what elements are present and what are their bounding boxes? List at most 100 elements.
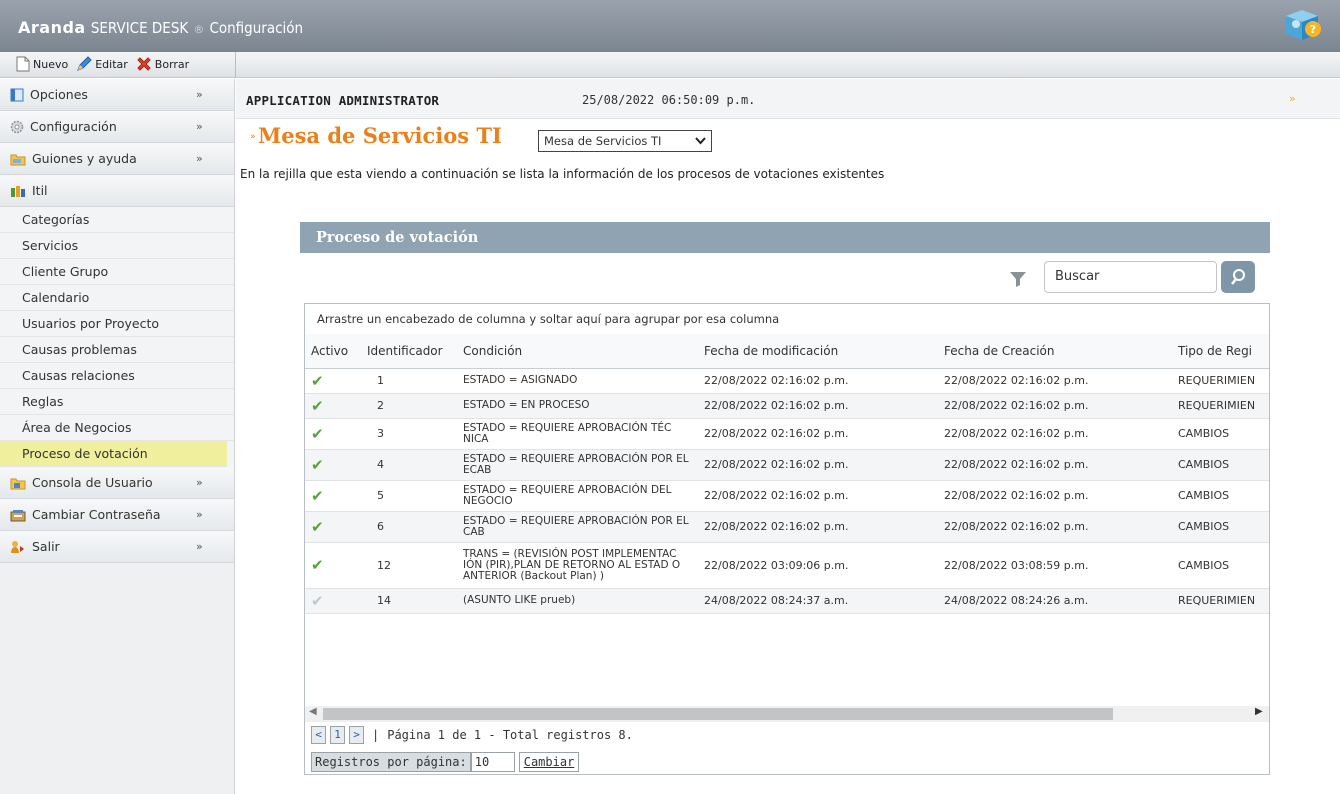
pencil-icon [77,56,92,71]
cell-type: REQUERIMIEN [1172,588,1269,614]
table-row[interactable]: ✔ 14 (ASUNTO LIKE prueb) 24/08/2022 08:24:3… [305,588,1269,614]
project-select[interactable]: Mesa de Servicios TI [538,130,712,152]
column-header-tipo-registro[interactable]: Tipo de Regi [1172,334,1269,369]
help-cube-icon[interactable]: ? [1282,6,1322,44]
toolbar-actions: Nuevo Editar Borrar [14,56,191,72]
sidebar-section-guiones[interactable]: Guiones y ayuda » [0,143,234,175]
app-header: Aranda SERVICE DESK ® Configuración ? [0,0,1340,52]
sidebar-section-itil[interactable]: Itil [0,175,234,207]
data-table: Activo Identificador Condición Fecha de … [305,334,1269,614]
horizontal-scrollbar[interactable]: ◀ ▶ [305,706,1269,722]
project-select-value: Mesa de Servicios TI [544,134,662,148]
check-icon: ✔ [311,371,324,390]
cell-condition: TRANS = (REVISIÓN POST IMPLEMENTAC IÓN (… [457,542,698,589]
new-button[interactable]: Nuevo [14,56,70,72]
table-row[interactable]: ✔ 1 ESTADO = ASIGNADO 22/08/2022 02:16:02 p… [305,368,1269,394]
sidebar-item-reglas[interactable]: Reglas [0,389,234,415]
table-row[interactable]: ✔ 3 ESTADO = REQUIERE APROBACIÓN TÉC NICA 2… [305,418,1269,450]
user-name: APPLICATION ADMINISTRATOR [246,93,440,108]
column-header-activo[interactable]: Activo [305,334,361,369]
cell-created: 22/08/2022 02:16:02 p.m. [938,368,1172,394]
cell-modified: 22/08/2022 02:16:02 p.m. [698,480,938,512]
filter-icon[interactable] [1008,270,1034,296]
table-row[interactable]: ✔ 5 ESTADO = REQUIERE APROBACIÓN DEL NEGOC… [305,480,1269,512]
search-input[interactable]: Buscar [1044,261,1217,293]
column-header-condicion[interactable]: Condición [457,334,698,369]
column-header-fecha-creacion[interactable]: Fecha de Creación [938,334,1172,369]
registered-mark: ® [193,23,205,36]
sidebar-item-proceso-votacion[interactable]: Proceso de votación [0,441,227,467]
pager: < 1 > | Página 1 de 1 - Total registros … [311,726,633,744]
sidebar-section-opciones[interactable]: Opciones » [0,79,234,111]
cell-active: ✔ [305,511,361,543]
cell-active: ✔ [305,393,361,419]
cell-modified: 22/08/2022 02:16:02 p.m. [698,449,938,481]
expand-arrow-icon[interactable]: » [1289,92,1296,105]
section-label: Configuración [30,119,117,134]
column-header-identificador[interactable]: Identificador [361,334,457,369]
sidebar: Opciones » Configuración » Guiones y ayu… [0,79,235,794]
cell-type: CAMBIOS [1172,480,1269,512]
cell-active: ✔ [305,449,361,481]
cell-created: 22/08/2022 02:16:02 p.m. [938,418,1172,450]
group-drop-area[interactable]: Arrastre un encabezado de columna y solt… [305,304,1269,334]
page-number-button[interactable]: 1 [330,726,345,744]
section-label: Itil [32,183,48,198]
sidebar-section-cambiar-contrasena[interactable]: Cambiar Contraseña » [0,499,234,531]
sidebar-item-cliente-grupo[interactable]: Cliente Grupo [0,259,234,285]
cell-condition: ESTADO = ASIGNADO [457,368,698,394]
sidebar-item-usuarios-proyecto[interactable]: Usuarios por Proyecto [0,311,234,337]
edit-button[interactable]: Editar [74,56,130,72]
people-icon [11,185,25,197]
table-row[interactable]: ✔ 4 ESTADO = REQUIERE APROBACIÓN POR EL EC… [305,449,1269,481]
chevron-down-icon [695,137,706,145]
per-page-input[interactable]: 10 [470,752,515,772]
sidebar-section-configuracion[interactable]: Configuración » [0,111,234,143]
pager-separator: | [372,728,380,742]
cell-condition: ESTADO = REQUIERE APROBACIÓN TÉC NICA [457,418,698,450]
cell-id: 6 [361,511,457,543]
sidebar-section-salir[interactable]: Salir » [0,531,234,563]
sidebar-item-causas-relaciones[interactable]: Causas relaciones [0,363,234,389]
folder-icon [10,154,26,165]
change-per-page-button[interactable]: Cambiar [518,752,580,772]
cell-created: 22/08/2022 02:16:02 p.m. [938,480,1172,512]
cell-id: 1 [361,368,457,394]
table-row[interactable]: ✔ 12 TRANS = (REVISIÓN POST IMPLEMENTAC IÓ… [305,542,1269,589]
red-x-icon [137,57,151,71]
cell-active: ✔ [305,480,361,512]
cell-type: CAMBIOS [1172,449,1269,481]
table-row[interactable]: ✔ 6 ESTADO = REQUIERE APROBACIÓN POR EL CA… [305,511,1269,543]
table-row[interactable]: ✔ 2 ESTADO = EN PROCESO 22/08/2022 02:16:02… [305,393,1269,419]
scroll-right-arrow-icon[interactable]: ▶ [1255,706,1263,717]
sidebar-section-consola[interactable]: Consola de Usuario » [0,467,234,499]
prev-page-button[interactable]: < [311,726,326,744]
cell-id: 14 [361,588,457,614]
title-bullet-icon: » [250,132,256,142]
cell-condition: ESTADO = REQUIERE APROBACIÓN DEL NEGOCIO [457,480,698,512]
sidebar-item-calendario[interactable]: Calendario [0,285,234,311]
new-button-label: Nuevo [33,57,69,71]
check-icon: ✔ [311,486,324,505]
cell-active: ✔ [305,588,361,614]
sidebar-item-categorias[interactable]: Categorías [0,207,234,233]
cell-modified: 24/08/2022 08:24:37 a.m. [698,588,938,614]
sidebar-item-servicios[interactable]: Servicios [0,233,234,259]
cell-id: 4 [361,449,457,481]
search-button[interactable] [1221,261,1255,293]
sidebar-item-causas-problemas[interactable]: Causas problemas [0,337,234,363]
cell-created: 24/08/2022 08:24:26 a.m. [938,588,1172,614]
main-content: APPLICATION ADMINISTRATOR 25/08/2022 06:… [236,79,1340,794]
column-header-fecha-modificacion[interactable]: Fecha de modificación [698,334,938,369]
table-header-row: Activo Identificador Condición Fecha de … [305,334,1269,369]
page-description: En la rejilla que esta viendo a continua… [240,167,885,181]
voting-process-grid: Arrastre un encabezado de columna y solt… [304,303,1270,775]
scroll-left-arrow-icon[interactable]: ◀ [309,706,317,717]
cell-created: 22/08/2022 02:16:02 p.m. [938,449,1172,481]
next-page-button[interactable]: > [349,726,364,744]
cell-id: 5 [361,480,457,512]
sidebar-item-area-negocios[interactable]: Área de Negocios [0,415,234,441]
scrollbar-thumb[interactable] [323,708,1113,720]
cell-id: 3 [361,418,457,450]
delete-button[interactable]: Borrar [134,56,191,72]
